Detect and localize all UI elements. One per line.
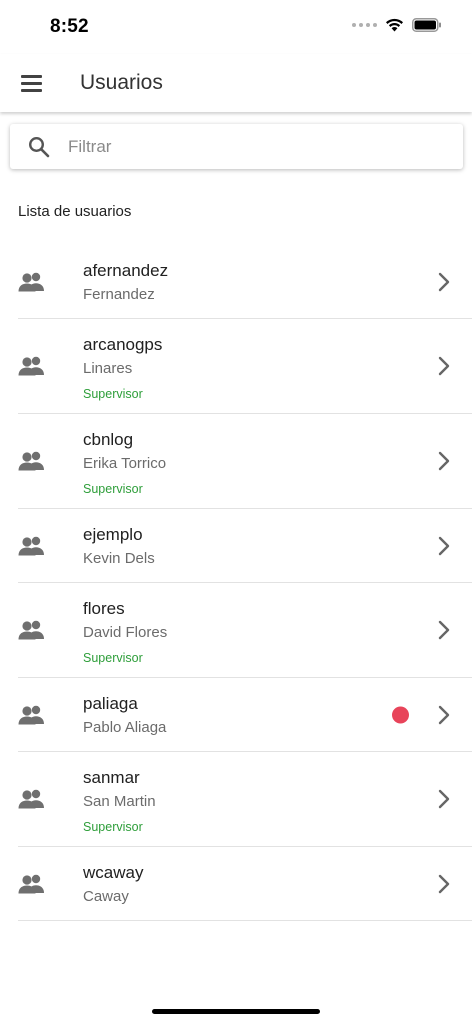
section-label: Lista de usuarios [18, 203, 132, 220]
people-icon [18, 271, 45, 293]
page-title: Usuarios [80, 71, 163, 94]
chevron-right-icon [438, 620, 450, 640]
list-item-user[interactable]: cbnlog Erika Torrico Supervisor [18, 414, 472, 509]
people-icon [18, 788, 45, 810]
status-bar: 8:52 [0, 0, 472, 54]
role-label: Supervisor [83, 482, 143, 496]
user-text: flores David Flores Supervisor [83, 599, 167, 666]
full-name: Erika Torrico [83, 455, 167, 472]
unread-indicator-dot [392, 706, 409, 723]
username: afernandez [83, 261, 169, 280]
chevron-right-icon [438, 536, 450, 556]
list-item-user[interactable]: ejemplo Kevin Dels [18, 509, 472, 583]
username: flores [83, 599, 125, 618]
full-name: Pablo Aliaga [83, 719, 167, 736]
username: arcanogps [83, 335, 163, 354]
people-icon [18, 873, 45, 895]
full-name: David Flores [83, 624, 168, 641]
list-item-user[interactable]: sanmar San Martin Supervisor [18, 752, 472, 847]
status-time: 8:52 [50, 16, 89, 37]
role-label: Supervisor [83, 820, 143, 834]
full-name: San Martin [83, 793, 156, 810]
user-text: paliaga Pablo Aliaga [83, 694, 166, 737]
list-item-user[interactable]: flores David Flores Supervisor [18, 583, 472, 678]
wifi-icon [386, 18, 403, 32]
chevron-right-icon [438, 789, 450, 809]
username: paliaga [83, 694, 138, 713]
app-bar: Usuarios [0, 54, 472, 112]
search-input[interactable] [68, 124, 448, 169]
user-text: arcanogps Linares Supervisor [83, 335, 162, 402]
chevron-right-icon [438, 356, 450, 376]
people-icon [18, 355, 45, 377]
role-label: Supervisor [83, 651, 143, 665]
battery-icon [412, 18, 441, 32]
username: wcaway [83, 863, 144, 882]
full-name: Caway [83, 888, 129, 905]
chevron-right-icon [438, 272, 450, 292]
chevron-right-icon [438, 705, 450, 725]
people-icon [18, 450, 45, 472]
full-name: Fernandez [83, 286, 155, 303]
username: ejemplo [83, 525, 143, 544]
list-item-user[interactable]: paliaga Pablo Aliaga [18, 678, 472, 752]
cellular-signal-icon [352, 23, 377, 27]
user-text: wcaway Caway [83, 863, 143, 906]
list-item-user[interactable]: afernandez Fernandez [18, 245, 472, 319]
home-indicator [152, 1009, 320, 1014]
user-list: afernandez Fernandez arcanogps Linares Super… [18, 245, 472, 921]
full-name: Kevin Dels [83, 550, 155, 567]
list-item-user[interactable]: arcanogps Linares Supervisor [18, 319, 472, 414]
list-item-user[interactable]: wcaway Caway [18, 847, 472, 921]
full-name: Linares [83, 360, 133, 377]
user-text: cbnlog Erika Torrico Supervisor [83, 430, 166, 497]
people-icon [18, 619, 45, 641]
hamburger-menu-icon[interactable] [19, 71, 45, 95]
search-bar [10, 124, 463, 169]
chevron-right-icon [438, 874, 450, 894]
username: cbnlog [83, 430, 134, 449]
user-text: sanmar San Martin Supervisor [83, 768, 156, 835]
people-icon [18, 535, 45, 557]
user-text: afernandez Fernandez [83, 261, 168, 304]
status-icons [352, 18, 442, 32]
role-label: Supervisor [83, 387, 143, 401]
chevron-right-icon [438, 451, 450, 471]
search-icon [28, 136, 50, 158]
user-text: ejemplo Kevin Dels [83, 525, 155, 568]
people-icon [18, 704, 45, 726]
username: sanmar [83, 768, 140, 787]
